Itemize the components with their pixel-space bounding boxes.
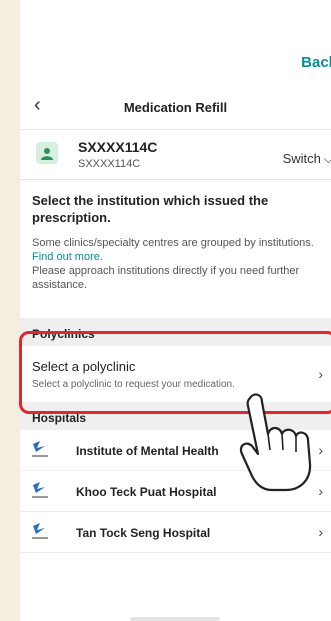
chevron-right-icon: › [318, 442, 323, 458]
hospital-name: Khoo Teck Puat Hospital [76, 485, 217, 499]
intro-text-2: Please approach institutions directly if… [32, 265, 300, 291]
nav-bar: ‹ Medication Refill [20, 86, 331, 130]
hospital-row[interactable]: Tan Tock Seng Hospital › [20, 512, 331, 553]
hospital-logo-icon [32, 482, 48, 498]
hospital-logo-icon [32, 441, 48, 457]
profile-id-sub: SXXXX114C [78, 158, 141, 170]
back-link[interactable]: Back [301, 54, 331, 71]
chevron-right-icon: › [318, 483, 323, 499]
profile-id: SXXXX114C [78, 139, 158, 155]
hospital-name: Tan Tock Seng Hospital [76, 526, 211, 540]
intro-title: Select the institution which issued the … [32, 193, 269, 225]
switch-button[interactable]: Switch ⌵ [283, 151, 331, 167]
find-out-more-link[interactable]: Find out more. [32, 251, 103, 263]
phone-screen: Back ‹ Medication Refill SXXXX114C SXXXX… [20, 0, 331, 621]
intro-section: Select the institution which issued the … [20, 180, 331, 318]
intro-text-1: Some clinics/specialty centres are group… [32, 237, 314, 249]
intro-body: Some clinics/specialty centres are group… [32, 236, 319, 292]
home-indicator [130, 617, 220, 621]
hospital-logo-icon [32, 523, 48, 539]
profile-row: SXXXX114C SXXXX114C Switch ⌵ [20, 130, 331, 180]
chevron-right-icon: › [318, 524, 323, 540]
person-icon [36, 142, 58, 164]
top-bar: Back [20, 0, 331, 86]
switch-label: Switch [282, 151, 321, 166]
backdrop [0, 0, 20, 621]
hospital-name: Institute of Mental Health [76, 444, 219, 458]
chevron-down-icon: ⌵ [323, 152, 331, 166]
pointing-hand-icon [239, 393, 312, 492]
page-title: Medication Refill [123, 100, 228, 115]
